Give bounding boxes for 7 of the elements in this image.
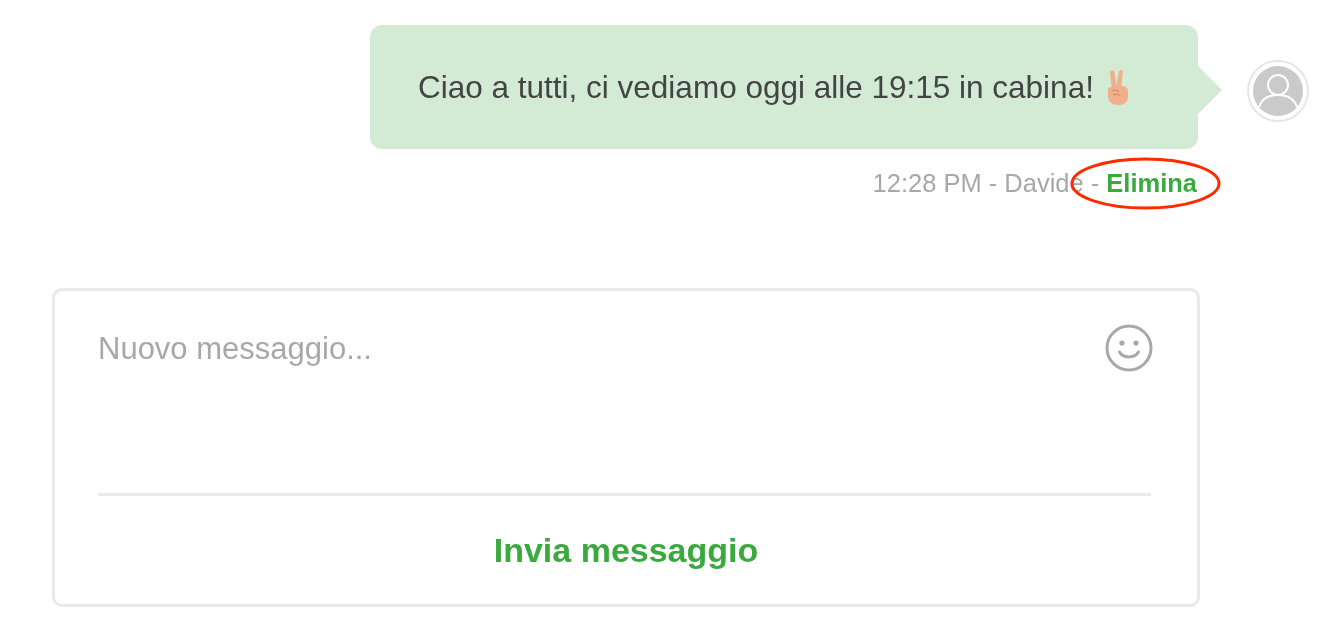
message-input[interactable]: Nuovo messaggio... <box>98 330 1085 470</box>
emoji-smiley-icon[interactable] <box>1105 324 1153 372</box>
delete-link[interactable]: Elimina <box>1106 169 1197 197</box>
send-button[interactable]: Invia messaggio <box>485 530 767 570</box>
message-text: Ciao a tutti, ci vediamo oggi alle 19:15 in cabina! <box>418 68 1094 106</box>
avatar-icon <box>1247 59 1309 122</box>
message-composer[interactable]: Nuovo messaggio... Invia messaggio <box>52 288 1200 607</box>
